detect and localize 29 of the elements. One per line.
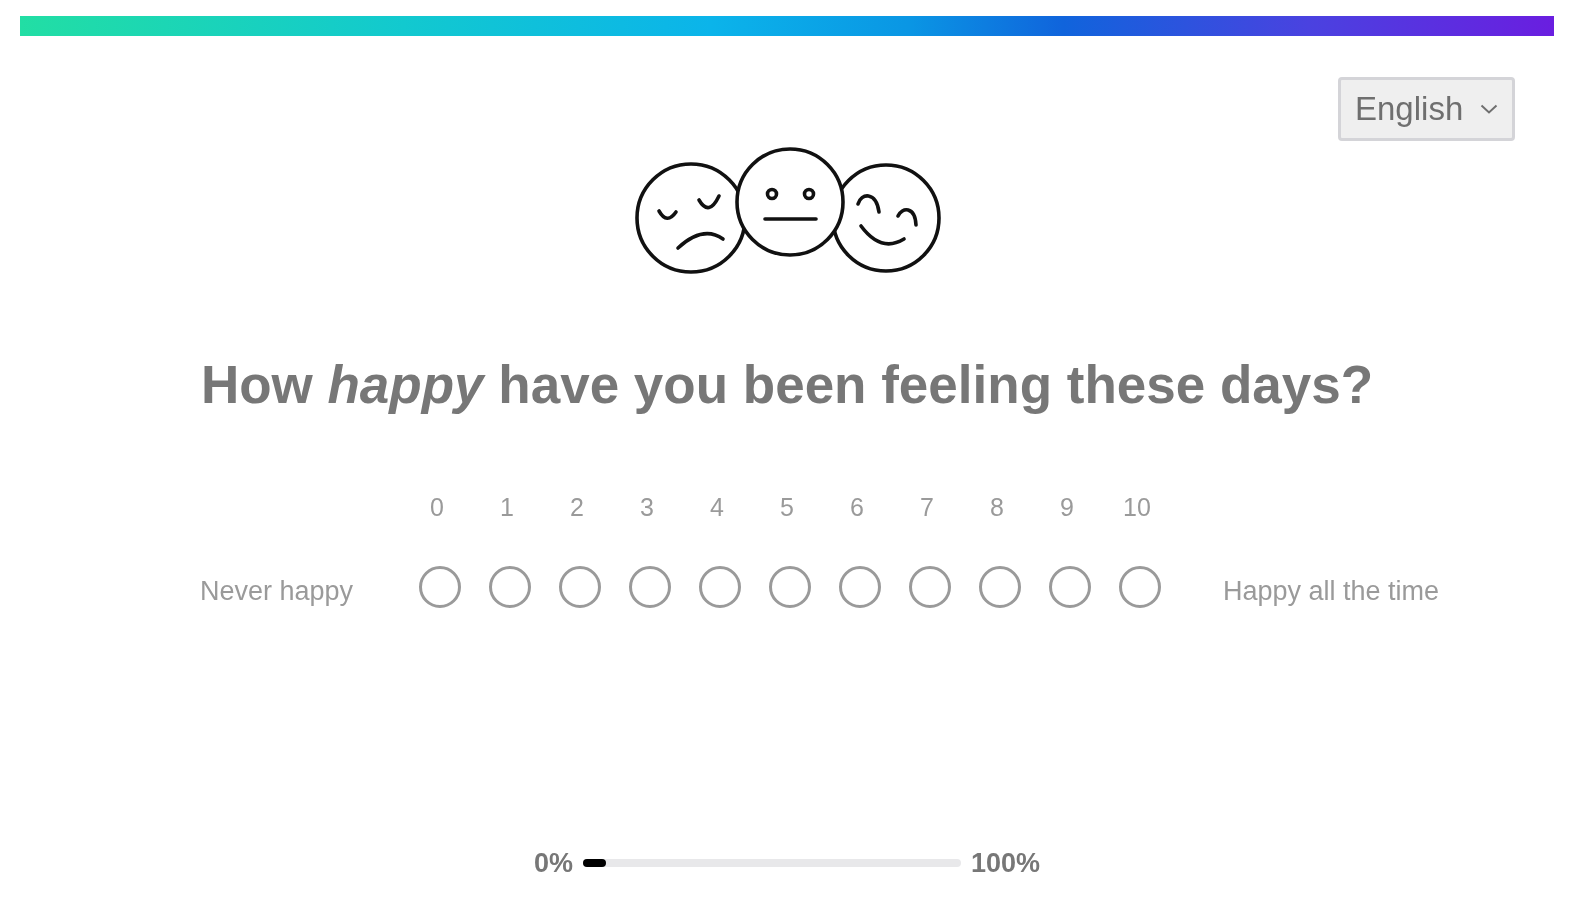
radio-button[interactable] [629, 566, 671, 608]
scale-number: 1 [500, 492, 514, 522]
scale-number: 0 [430, 492, 444, 522]
radio-button[interactable] [559, 566, 601, 608]
scale-number: 2 [570, 492, 584, 522]
scale-number: 10 [1123, 492, 1151, 522]
question-heading: How happy have you been feeling these days? [200, 355, 1374, 415]
radio-button[interactable] [839, 566, 881, 608]
scale-min-label: Never happy [199, 575, 353, 607]
scale-number: 7 [920, 492, 934, 522]
scale-number: 8 [990, 492, 1004, 522]
radio-button[interactable] [699, 566, 741, 608]
scale-number: 9 [1060, 492, 1074, 522]
scale-number: 6 [850, 492, 864, 522]
chevron-down-icon [1480, 104, 1498, 114]
radio-button[interactable] [419, 566, 461, 608]
scale-number: 4 [710, 492, 724, 522]
scale-number: 3 [640, 492, 654, 522]
scale-max-label: Happy all the time [1223, 575, 1440, 607]
progress-end-label: 100% [971, 848, 1041, 878]
radio-button[interactable] [489, 566, 531, 608]
radio-button[interactable] [909, 566, 951, 608]
progress-start-label: 0% [533, 848, 573, 878]
scale-number: 5 [780, 492, 794, 522]
radio-button[interactable] [1049, 566, 1091, 608]
radio-button[interactable] [979, 566, 1021, 608]
radio-button[interactable] [769, 566, 811, 608]
language-select[interactable]: English [1338, 77, 1515, 141]
radio-button[interactable] [1119, 566, 1161, 608]
